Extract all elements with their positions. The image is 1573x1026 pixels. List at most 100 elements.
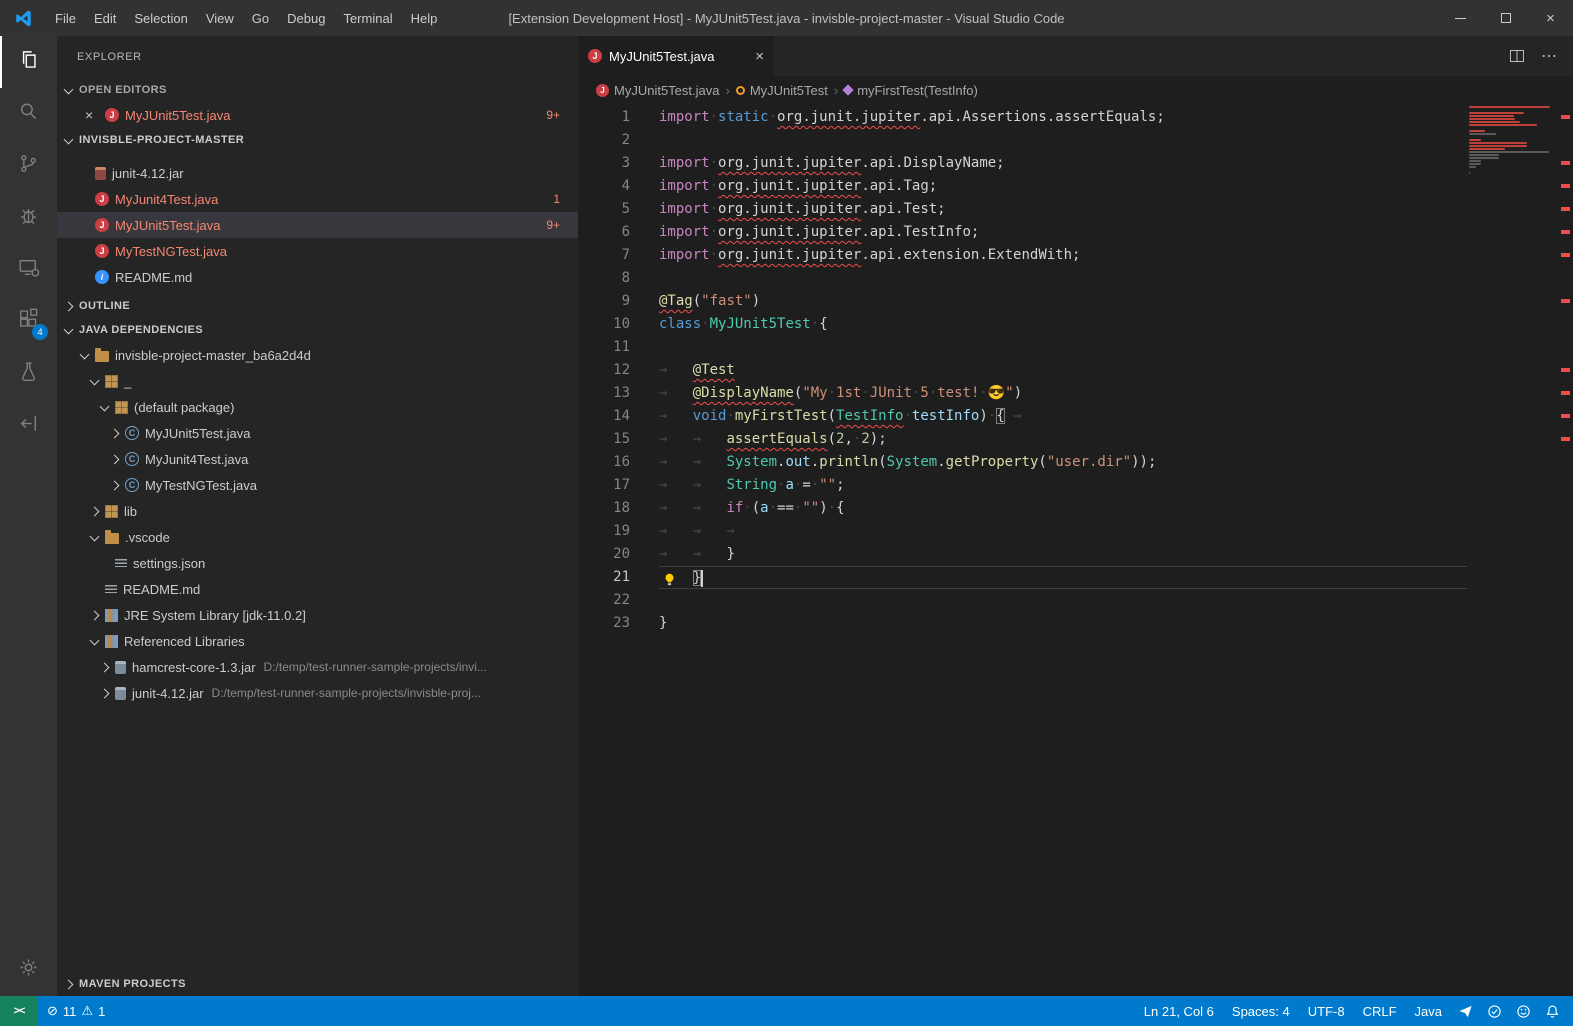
minimap[interactable] [1469,106,1557,175]
code-line-12[interactable]: → @Test [659,359,1467,382]
status-java[interactable]: Java [1406,996,1451,1026]
line-number[interactable]: 20 [578,543,630,566]
code-line-16[interactable]: → → System.out.println(System.getPropert… [659,451,1467,474]
line-number[interactable]: 9 [578,290,630,313]
code-line-9[interactable]: @Tag("fast") [659,290,1467,313]
file-item-junit-4-12-jar[interactable]: junit-4.12.jar [57,160,578,186]
tree-item-jre-system-library-jdk-11-0-2[interactable]: JRE System Library [jdk-11.0.2] [57,602,578,628]
status-spaces-4[interactable]: Spaces: 4 [1223,996,1299,1026]
activity-item-test-explorer[interactable] [0,348,57,400]
code-line-3[interactable]: import·org.junit.jupiter.api.DisplayName… [659,152,1467,175]
line-number[interactable]: 22 [578,589,630,612]
code-line-17[interactable]: → → String·a·=·""; [659,474,1467,497]
file-item-readme-md[interactable]: iREADME.md [57,264,578,290]
outline-header[interactable]: OUTLINE [57,294,578,318]
code-line-20[interactable]: → → } [659,543,1467,566]
code-line-10[interactable]: class·MyJUnit5Test·{ [659,313,1467,336]
line-number[interactable]: 11 [578,336,630,359]
line-number[interactable]: 6 [578,221,630,244]
split-editor-icon[interactable] [1509,48,1525,64]
file-item-myjunit4test-java[interactable]: JMyJunit4Test.java1 [57,186,578,212]
menu-help[interactable]: Help [402,0,447,36]
maximize-button[interactable] [1483,0,1528,36]
menu-file[interactable]: File [46,0,85,36]
line-number[interactable]: 14 [578,405,630,428]
tab-myjunit5test[interactable]: J MyJUnit5Test.java × [578,36,774,76]
line-number[interactable]: 15 [578,428,630,451]
close-tab-icon[interactable]: × [755,48,764,65]
line-number[interactable]: 12 [578,359,630,382]
code-line-15[interactable]: → → assertEquals(2,·2); [659,428,1467,451]
code-line-18[interactable]: → → if·(a·==·"")·{ [659,497,1467,520]
lightbulb-icon[interactable] [663,571,677,585]
more-actions-icon[interactable]: ⋯ [1541,46,1557,66]
smiley-icon[interactable] [1509,996,1538,1026]
tree-item-myjunit4test-java[interactable]: CMyJunit4Test.java [57,446,578,472]
code-line-19[interactable]: → → → [659,520,1467,543]
java-dependencies-header[interactable]: JAVA DEPENDENCIES [57,318,578,342]
feedback-send-icon[interactable] [1451,996,1480,1026]
project-header[interactable]: INVISBLE-PROJECT-MASTER [57,128,578,152]
tree-item-mytestngtest-java[interactable]: CMyTestNGTest.java [57,472,578,498]
code-line-22[interactable] [659,589,1467,612]
status-crlf[interactable]: CRLF [1354,996,1406,1026]
menu-terminal[interactable]: Terminal [334,0,401,36]
line-number[interactable]: 16 [578,451,630,474]
line-number[interactable]: 5 [578,198,630,221]
line-number[interactable]: 18 [578,497,630,520]
open-editor-myjunit5test-java[interactable]: ×JMyJUnit5Test.java9+ [57,102,578,128]
tree-item-hamcrest-core-1-3-jar[interactable]: hamcrest-core-1.3.jarD:/temp/test-runner… [57,654,578,680]
code-line-23[interactable]: } [659,612,1467,635]
menu-debug[interactable]: Debug [278,0,334,36]
line-number[interactable]: 21 [578,566,630,589]
tree-item-invisble-project-master-ba6a2d4d[interactable]: invisble-project-master_ba6a2d4d [57,342,578,368]
code-line-13[interactable]: → @DisplayName("My·1st·JUnit·5·test!·😎") [659,382,1467,405]
code-line-21[interactable]: } [659,566,1467,589]
activity-item-extensions[interactable]: 4 [0,296,57,348]
menu-edit[interactable]: Edit [85,0,125,36]
line-number[interactable]: 3 [578,152,630,175]
breadcrumb-myfirsttest-testinfo[interactable]: myFirstTest(TestInfo) [844,83,978,98]
activity-item-settings[interactable] [0,944,57,996]
file-item-mytestngtest-java[interactable]: JMyTestNGTest.java [57,238,578,264]
close-icon[interactable]: × [85,107,103,123]
minimize-button[interactable] [1438,0,1483,36]
code-line-5[interactable]: import·org.junit.jupiter.api.Test; [659,198,1467,221]
breadcrumb-myjunit5test-java[interactable]: JMyJUnit5Test.java [596,83,719,98]
maven-projects-header[interactable]: MAVEN PROJECTS [57,972,578,996]
activity-item-remote-explorer[interactable] [0,244,57,296]
tree-item-referenced-libraries[interactable]: Referenced Libraries [57,628,578,654]
tree-item-lib[interactable]: lib [57,498,578,524]
java-status-icon[interactable] [1480,996,1509,1026]
tree-item-readme-md[interactable]: README.md [57,576,578,602]
activity-item-explorer[interactable] [0,36,57,88]
tree-item-settings-json[interactable]: settings.json [57,550,578,576]
tree-item-[interactable]: _ [57,368,578,394]
tree-item-junit-4-12-jar[interactable]: junit-4.12.jarD:/temp/test-runner-sample… [57,680,578,706]
line-number[interactable]: 7 [578,244,630,267]
activity-item-debug[interactable] [0,192,57,244]
breadcrumb-myjunit5test[interactable]: MyJUnit5Test [736,83,828,98]
status-utf-8[interactable]: UTF-8 [1299,996,1354,1026]
problems-status[interactable]: ⊘ 11 ⚠ 1 [38,996,114,1026]
code-line-7[interactable]: import·org.junit.jupiter.api.extension.E… [659,244,1467,267]
line-number[interactable]: 23 [578,612,630,635]
line-number[interactable]: 4 [578,175,630,198]
code-line-14[interactable]: → void·myFirstTest(TestInfo·testInfo)·{ … [659,405,1467,428]
remote-indicator[interactable]: >< [0,996,38,1026]
status-ln-21-col-6[interactable]: Ln 21, Col 6 [1135,996,1223,1026]
menu-view[interactable]: View [197,0,243,36]
code-line-8[interactable] [659,267,1467,290]
line-number[interactable]: 19 [578,520,630,543]
bell-icon[interactable] [1538,996,1567,1026]
open-editors-header[interactable]: OPEN EDITORS [57,78,578,102]
close-button[interactable]: × [1528,0,1573,36]
code-line-4[interactable]: import·org.junit.jupiter.api.Tag; [659,175,1467,198]
line-number[interactable]: 17 [578,474,630,497]
code-line-11[interactable] [659,336,1467,359]
tree-item-default-package[interactable]: (default package) [57,394,578,420]
menu-go[interactable]: Go [243,0,278,36]
line-number[interactable]: 2 [578,129,630,152]
tree-item-vscode[interactable]: .vscode [57,524,578,550]
line-number[interactable]: 10 [578,313,630,336]
